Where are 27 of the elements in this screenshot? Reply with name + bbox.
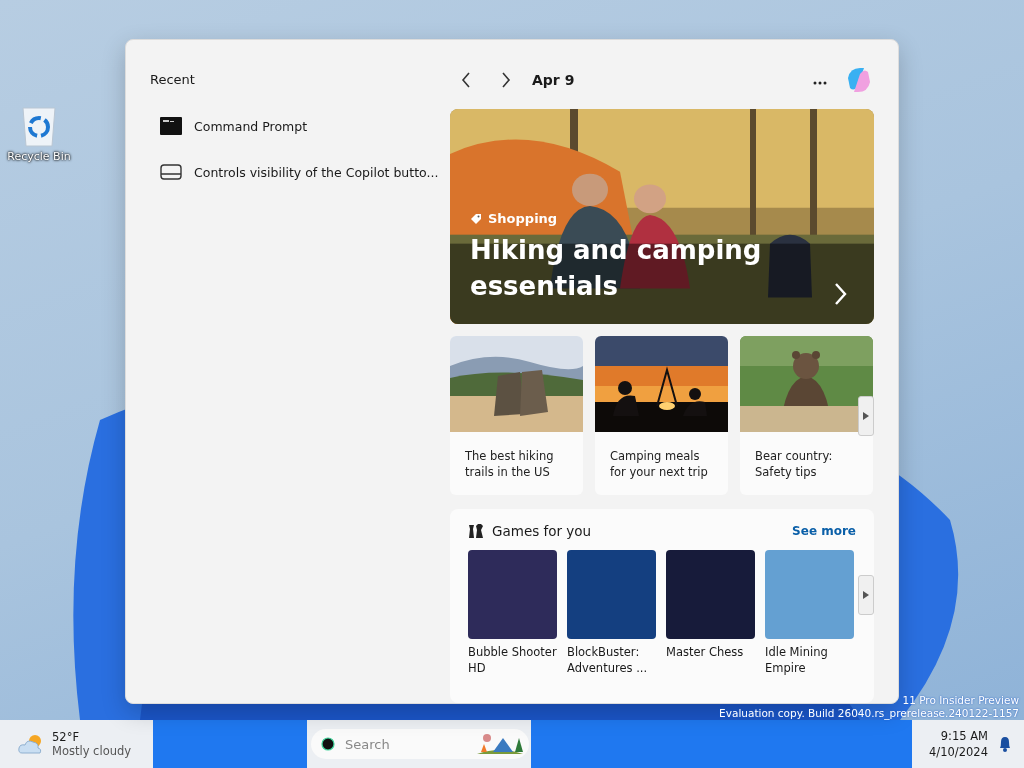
story-card[interactable]: Bear country: Safety tips (740, 336, 873, 496)
section-title: Recent (150, 72, 196, 87)
recent-item[interactable]: Controls visibility of the Copilot butto... (150, 149, 446, 195)
temperature-text: 52°F (52, 730, 80, 744)
search-bar[interactable]: Search (311, 729, 529, 759)
story-title: The best hiking trails in the US (464, 448, 555, 481)
game-title: Master Chess (666, 644, 745, 661)
see-more-link[interactable]: See more (792, 524, 856, 539)
watermark-text: 11 Pro Insider Preview (902, 694, 1019, 707)
weather-condition-text: Mostly cloudy (52, 744, 132, 758)
story-title: Camping meals for your next trip (609, 448, 709, 481)
clock-date[interactable]: 4/10/2024 (929, 744, 988, 760)
story-card[interactable]: The best hiking trails in the US (450, 336, 583, 496)
icon-label: Recycle Bin (7, 150, 71, 163)
story-title: Bear country: Safety tips (754, 448, 834, 481)
game-title: BlockBuster: Adventures ... (567, 644, 649, 677)
story-card[interactable]: Camping meals for your next trip (595, 336, 728, 496)
weather-widget[interactable]: 52°F Mostly cloudy (0, 720, 153, 768)
headline: Hiking and camping essentials (470, 234, 763, 304)
game-title: Idle Mining Empire (765, 644, 829, 677)
date-label: Apr 9 (532, 72, 576, 88)
game-title: Bubble Shooter HD (468, 644, 557, 677)
clock-time[interactable]: 9:15 AM (940, 728, 988, 744)
recent-item[interactable]: Command Prompt (150, 103, 446, 149)
hero-card[interactable]: Shopping Hiking and camping essentials (450, 109, 874, 325)
section-title: Games for you (492, 523, 593, 540)
category-label: Shopping (488, 211, 558, 227)
